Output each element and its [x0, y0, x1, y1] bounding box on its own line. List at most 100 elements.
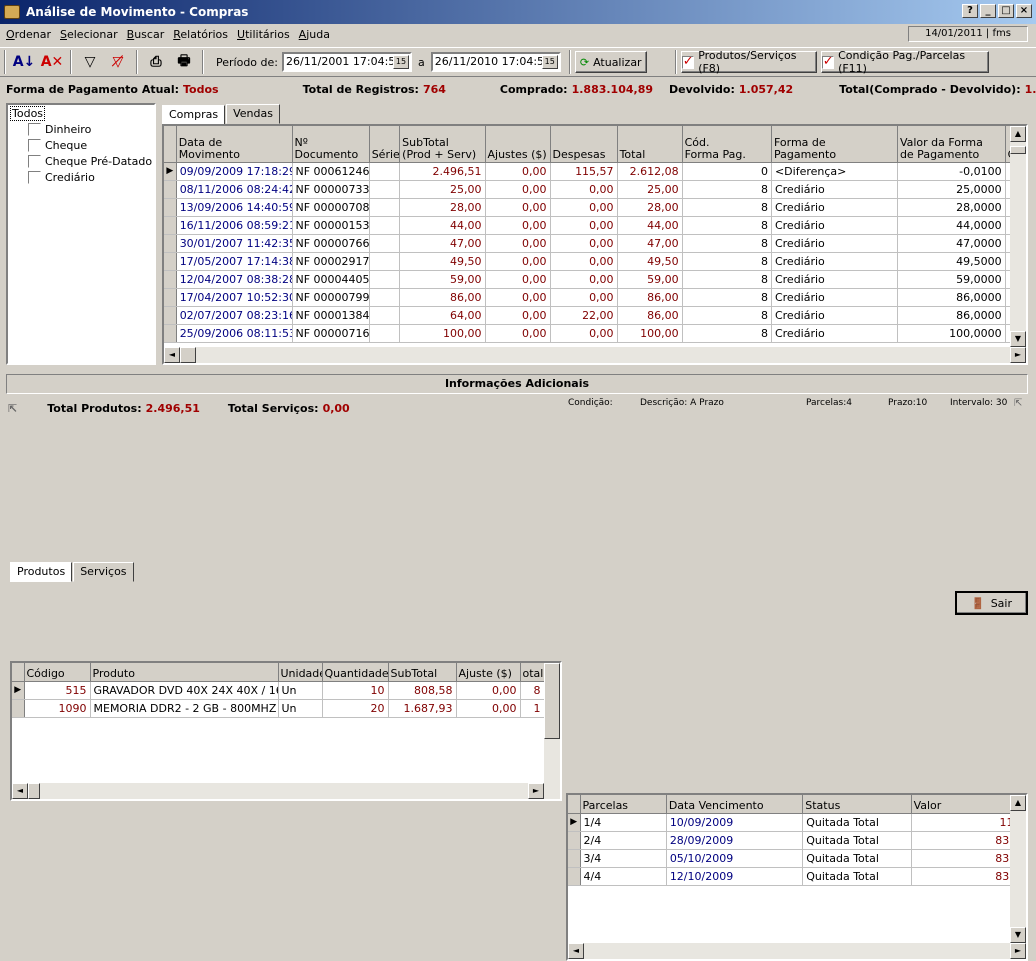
- table-cell[interactable]: 1.687,93: [388, 699, 457, 718]
- table-cell[interactable]: 25/09/2006 08:11:53: [176, 324, 293, 343]
- table-cell[interactable]: NF 000007089: [292, 198, 370, 217]
- scroll-right-icon[interactable]: ►: [1010, 347, 1026, 363]
- scroll-left-icon[interactable]: ◄: [12, 783, 28, 799]
- atualizar-button[interactable]: ⟳ Atualizar: [574, 51, 647, 73]
- column-header[interactable]: Produto: [90, 663, 279, 682]
- table-cell[interactable]: 0,00: [550, 216, 618, 235]
- table-cell[interactable]: 2.496,51: [399, 162, 486, 181]
- tree-item-crediario[interactable]: Crediário: [28, 171, 95, 184]
- table-cell[interactable]: [369, 216, 401, 235]
- scroll-left-icon[interactable]: ◄: [568, 943, 584, 959]
- calendar-icon[interactable]: 15: [392, 55, 409, 69]
- table-cell[interactable]: MEMORIA DDR2 - 2 GB - 800MHZ - KIN: [90, 699, 279, 718]
- column-header[interactable]: Data de Movimento: [176, 126, 293, 163]
- table-cell[interactable]: Crediário: [771, 234, 898, 253]
- table-cell[interactable]: 0,00: [485, 306, 551, 325]
- table-cell[interactable]: 28/09/2009: [666, 831, 804, 850]
- table-cell[interactable]: Crediário: [771, 288, 898, 307]
- table-cell[interactable]: 59,0000: [897, 270, 1006, 289]
- table-cell[interactable]: 0,00: [485, 180, 551, 199]
- scroll-thumb[interactable]: [544, 663, 560, 739]
- scroll-down-icon[interactable]: ▼: [1010, 927, 1026, 943]
- table-cell[interactable]: <Diferença>: [771, 162, 898, 181]
- table-cell[interactable]: Crediário: [771, 216, 898, 235]
- close-button[interactable]: ×: [1016, 4, 1032, 18]
- horizontal-scrollbar[interactable]: ◄ ►: [568, 943, 1026, 959]
- checkbox-icon[interactable]: [28, 155, 41, 168]
- tab-compras[interactable]: Compras: [162, 105, 226, 125]
- column-header[interactable]: SubTotal (Prod + Serv): [399, 126, 486, 163]
- column-header[interactable]: Ajuste ($): [456, 663, 521, 682]
- table-cell[interactable]: NF 000007995: [292, 288, 370, 307]
- vertical-scrollbar[interactable]: ▲ ▼: [1010, 126, 1026, 347]
- table-cell[interactable]: 1: [520, 699, 545, 718]
- menu-selecionar[interactable]: Selecionar: [60, 28, 118, 41]
- table-cell[interactable]: Un: [278, 681, 323, 700]
- table-cell[interactable]: 09/09/2009 17:18:29: [176, 162, 293, 181]
- table-cell[interactable]: 02/07/2007 08:23:16: [176, 306, 293, 325]
- column-header[interactable]: Quantidade: [322, 663, 389, 682]
- table-cell[interactable]: 17/05/2007 17:14:38: [176, 252, 293, 271]
- column-header[interactable]: Forma de Pagamento: [771, 126, 898, 163]
- condicao-pag-toggle[interactable]: Condição Pag./Parcelas (F11): [820, 49, 989, 75]
- table-cell[interactable]: 8: [682, 180, 772, 199]
- table-cell[interactable]: 30/01/2007 11:42:35: [176, 234, 293, 253]
- table-cell[interactable]: 4/4: [580, 867, 667, 886]
- help-button[interactable]: ?: [962, 4, 978, 18]
- table-cell[interactable]: 86,00: [617, 288, 683, 307]
- table-cell[interactable]: 8: [682, 288, 772, 307]
- table-cell[interactable]: [369, 288, 401, 307]
- table-cell[interactable]: NF 000007666: [292, 234, 370, 253]
- table-row[interactable]: ▶ 515 GRAVADOR DVD 40X 24X 40X / 16 Un 10 808…: [12, 681, 545, 700]
- table-row[interactable]: 17/05/2007 17:14:38 NF 000029170 49,50 0,00…: [164, 252, 1025, 271]
- table-cell[interactable]: Un: [278, 699, 323, 718]
- table-cell[interactable]: 0,00: [550, 234, 618, 253]
- column-header[interactable]: Total: [617, 126, 683, 163]
- table-cell[interactable]: 86,00: [399, 288, 486, 307]
- table-cell[interactable]: 0,00: [550, 252, 618, 271]
- table-cell[interactable]: 12/10/2009: [666, 867, 804, 886]
- table-cell[interactable]: 0,00: [485, 324, 551, 343]
- table-cell[interactable]: 0,00: [550, 180, 618, 199]
- table-cell[interactable]: 0,00: [485, 162, 551, 181]
- table-cell[interactable]: 0,00: [485, 234, 551, 253]
- tree-item-dinheiro[interactable]: Dinheiro: [28, 123, 91, 136]
- table-cell[interactable]: 2.612,08: [617, 162, 683, 181]
- table-cell[interactable]: Quitada Total: [802, 813, 912, 832]
- table-cell[interactable]: Crediário: [771, 180, 898, 199]
- table-row[interactable]: 17/04/2007 10:52:30 NF 000007995 86,00 0,00…: [164, 288, 1025, 307]
- table-cell[interactable]: 0,00: [485, 198, 551, 217]
- table-cell[interactable]: [369, 234, 401, 253]
- scroll-thumb[interactable]: [180, 347, 196, 363]
- table-row[interactable]: 3/405/10/2009Quitada Total832,(: [568, 849, 1026, 868]
- table-row[interactable]: 1090MEMORIA DDR2 - 2 GB - 800MHZ - KINUn…: [12, 699, 545, 718]
- table-row[interactable]: ▶1/410/09/2009Quitada Total115,: [568, 813, 1026, 832]
- table-cell[interactable]: NF 000612467: [292, 162, 370, 181]
- table-cell[interactable]: 8: [682, 270, 772, 289]
- table-cell[interactable]: 05/10/2009: [666, 849, 804, 868]
- table-cell[interactable]: 2/4: [580, 831, 667, 850]
- table-cell[interactable]: 28,00: [617, 198, 683, 217]
- table-cell[interactable]: 8: [682, 234, 772, 253]
- date-from-field[interactable]: 26/11/2001 17:04:59 15: [281, 52, 412, 72]
- table-row[interactable]: ▶ 09/09/2009 17:18:29 NF 000612467 2.496,51…: [164, 162, 1025, 181]
- table-cell[interactable]: 8: [520, 681, 545, 700]
- column-header[interactable]: Parcelas: [580, 795, 667, 814]
- table-cell[interactable]: NF 000001535: [292, 216, 370, 235]
- table-row[interactable]: 4/412/10/2009Quitada Total832,(: [568, 867, 1026, 886]
- column-header[interactable]: SubTotal: [388, 663, 457, 682]
- table-cell[interactable]: 8: [682, 306, 772, 325]
- table-cell[interactable]: Crediário: [771, 324, 898, 343]
- table-cell[interactable]: NF 000007334: [292, 180, 370, 199]
- menu-buscar[interactable]: Buscar: [127, 28, 165, 41]
- minimize-button[interactable]: _: [980, 4, 996, 18]
- sair-button[interactable]: 🚪 Sair: [955, 591, 1028, 615]
- scroll-right-icon[interactable]: ►: [528, 783, 544, 799]
- tab-produtos[interactable]: Produtos: [10, 562, 73, 582]
- horizontal-scrollbar[interactable]: ◄ ►: [164, 347, 1026, 363]
- table-cell[interactable]: 1090: [24, 699, 91, 718]
- table-cell[interactable]: 64,00: [399, 306, 486, 325]
- table-cell[interactable]: Crediário: [771, 306, 898, 325]
- table-cell[interactable]: 49,5000: [897, 252, 1006, 271]
- table-cell[interactable]: 0,00: [456, 681, 521, 700]
